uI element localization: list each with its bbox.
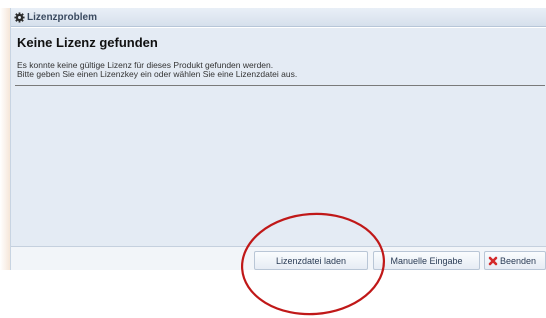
load-license-file-label: Lizenzdatei laden <box>275 255 347 266</box>
quit-button[interactable]: Beenden <box>484 251 546 270</box>
background-edge <box>0 8 10 270</box>
window-title: Lizenzproblem <box>27 11 98 23</box>
title-bar: Lizenzproblem <box>11 8 546 27</box>
manual-entry-label: Manuelle Eingabe <box>390 255 463 266</box>
load-license-file-button[interactable]: Lizenzdatei laden <box>254 251 368 270</box>
button-bar: Lizenzdatei laden Manuelle Eingabe Beend… <box>11 246 546 270</box>
manual-entry-button[interactable]: Manuelle Eingabe <box>373 251 480 270</box>
quit-label: Beenden <box>500 255 537 266</box>
message-line-2: Bitte geben Sie einen Lizenzkey ein oder… <box>17 69 298 79</box>
page-title: Keine Lizenz gefunden <box>17 35 158 50</box>
red-x-icon <box>488 256 498 265</box>
gear-icon <box>14 11 25 23</box>
message-text: Es konnte keine gültige Lizenz für diese… <box>17 61 537 79</box>
divider <box>15 85 545 86</box>
content-area: Keine Lizenz gefunden Es konnte keine gü… <box>11 28 546 246</box>
license-dialog: Lizenzproblem Keine Lizenz gefunden Es k… <box>10 8 546 270</box>
